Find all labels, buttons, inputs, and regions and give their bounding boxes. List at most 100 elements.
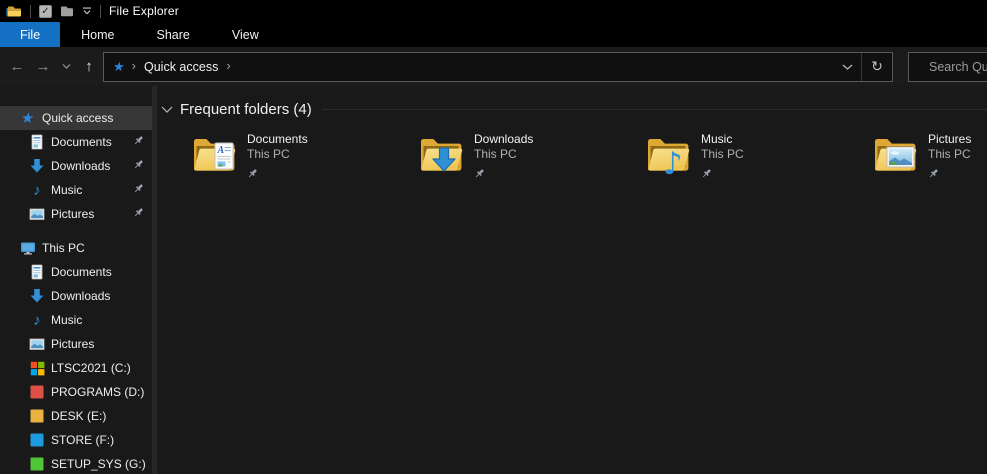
- pin-icon: [474, 166, 533, 184]
- folder-tile-info: Downloads This PC: [474, 130, 533, 184]
- pin-icon: [247, 166, 308, 184]
- folder-tile-pictures[interactable]: Pictures This PC: [871, 130, 987, 184]
- sidebar-item-drive-g[interactable]: SETUP_SYS (G:): [0, 452, 152, 474]
- sidebar-item-label: STORE (F:): [51, 433, 114, 447]
- sidebar-item-music[interactable]: ♪ Music: [0, 178, 152, 202]
- sidebar-item-label: DESK (E:): [51, 409, 106, 423]
- pin-icon: [133, 135, 144, 149]
- breadcrumb-chevron-icon[interactable]: ›: [132, 58, 136, 73]
- navigation-toolbar: ← → ↑ ★ › Quick access › ↻: [0, 47, 987, 86]
- music-folder-icon: ♪: [644, 130, 692, 178]
- back-button[interactable]: ←: [4, 58, 30, 75]
- chevron-down-icon: [82, 7, 92, 16]
- tab-view[interactable]: View: [211, 22, 280, 47]
- sidebar-item-label: Music: [51, 313, 82, 327]
- sidebar-item-drive-d[interactable]: PROGRAMS (D:): [0, 380, 152, 404]
- forward-button[interactable]: →: [30, 58, 56, 75]
- folder-location: This PC: [247, 147, 308, 162]
- tab-share[interactable]: Share: [136, 22, 211, 47]
- search-box[interactable]: [908, 52, 987, 82]
- frequent-folders-list: A Documents: [190, 130, 987, 184]
- sidebar-item-drive-c[interactable]: LTSC2021 (C:): [0, 356, 152, 380]
- chevron-down-icon: [161, 106, 173, 113]
- quick-access-star-icon: ★: [20, 110, 36, 126]
- chevron-down-icon: [62, 64, 71, 69]
- pin-icon: [133, 159, 144, 173]
- tab-file[interactable]: File: [0, 22, 60, 47]
- check-icon: ✓: [39, 5, 52, 18]
- sidebar-item-documents[interactable]: Documents: [0, 130, 152, 154]
- document-icon: [29, 134, 45, 150]
- recent-locations-dropdown[interactable]: [56, 64, 76, 69]
- sidebar-item-this-pc[interactable]: This PC: [0, 236, 152, 260]
- tab-home[interactable]: Home: [60, 22, 135, 47]
- folder-name: Music: [701, 132, 744, 147]
- sidebar-item-label: Quick access: [42, 111, 113, 125]
- windows-logo-icon: [29, 360, 45, 376]
- sidebar-item-downloads-pc[interactable]: Downloads: [0, 284, 152, 308]
- pin-icon: [701, 166, 744, 184]
- file-explorer-window: ✓ File Explorer File Home Share View ← →: [0, 0, 987, 474]
- downloads-folder-icon: [417, 130, 465, 178]
- computer-monitor-icon: [20, 240, 36, 256]
- folder-location: This PC: [701, 147, 744, 162]
- red-drive-icon: [29, 384, 45, 400]
- collapse-group-chevron[interactable]: [161, 100, 173, 118]
- sidebar-item-quick-access[interactable]: ★ Quick access: [0, 106, 152, 130]
- sidebar-item-pictures-pc[interactable]: Pictures: [0, 332, 152, 356]
- document-icon: [29, 264, 45, 280]
- chevron-down-icon: [842, 64, 853, 70]
- sidebar-item-music-pc[interactable]: ♪ Music: [0, 308, 152, 332]
- sidebar-item-label: PROGRAMS (D:): [51, 385, 144, 399]
- folder-tile-info: Documents This PC: [247, 130, 308, 184]
- titlebar-separator: [100, 5, 101, 18]
- file-explorer-logo-icon: [6, 2, 22, 20]
- documents-folder-icon: A: [190, 130, 238, 178]
- up-button[interactable]: ↑: [76, 58, 102, 75]
- group-header-divider: [322, 109, 987, 110]
- breadcrumb-quick-access[interactable]: Quick access: [144, 60, 218, 74]
- folder-icon: [60, 4, 74, 18]
- yellow-drive-icon: [29, 408, 45, 424]
- sidebar-item-drive-e[interactable]: DESK (E:): [0, 404, 152, 428]
- address-dropdown-button[interactable]: [833, 53, 861, 81]
- folder-tile-music[interactable]: ♪ Music This PC: [644, 130, 871, 184]
- qat-properties-button[interactable]: ✓: [39, 2, 52, 20]
- sidebar-item-downloads[interactable]: Downloads: [0, 154, 152, 178]
- folder-tile-documents[interactable]: A Documents: [190, 130, 417, 184]
- sidebar-item-label: Downloads: [51, 159, 110, 173]
- sidebar-item-label: Pictures: [51, 337, 94, 351]
- folder-name: Documents: [247, 132, 308, 147]
- sidebar-item-pictures[interactable]: Pictures: [0, 202, 152, 226]
- pin-icon: [133, 183, 144, 197]
- sidebar-item-drive-f[interactable]: STORE (F:): [0, 428, 152, 452]
- folder-location: This PC: [928, 147, 971, 162]
- window-title: File Explorer: [109, 4, 179, 18]
- sidebar-item-documents-pc[interactable]: Documents: [0, 260, 152, 284]
- sidebar-item-label: Pictures: [51, 207, 94, 221]
- address-bar[interactable]: ★ › Quick access › ↻: [103, 52, 893, 82]
- sidebar-item-label: Documents: [51, 135, 112, 149]
- titlebar: ✓ File Explorer: [0, 0, 987, 22]
- refresh-button[interactable]: ↻: [862, 58, 892, 75]
- qat-new-folder-button[interactable]: [60, 2, 74, 20]
- download-arrow-icon: [29, 288, 45, 304]
- content-area: ★ Quick access Documents: [0, 86, 987, 474]
- breadcrumb-chevron-icon[interactable]: ›: [226, 58, 230, 73]
- sidebar-group-gap: [0, 226, 152, 236]
- ribbon-tabs: File Home Share View: [0, 22, 987, 47]
- folder-tile-downloads[interactable]: Downloads This PC: [417, 130, 644, 184]
- qat-customize-dropdown[interactable]: [82, 2, 92, 20]
- green-drive-icon: [29, 456, 45, 472]
- pictures-folder-icon: [871, 130, 919, 178]
- folder-location: This PC: [474, 147, 533, 162]
- search-input[interactable]: [929, 60, 987, 74]
- group-header: Frequent folders (4): [157, 100, 987, 118]
- titlebar-separator: [30, 5, 31, 18]
- folder-tile-info: Pictures This PC: [928, 130, 971, 184]
- sidebar-item-label: Documents: [51, 265, 112, 279]
- sidebar-item-label: Downloads: [51, 289, 110, 303]
- sidebar-item-label: SETUP_SYS (G:): [51, 457, 146, 471]
- pin-icon: [133, 207, 144, 221]
- pin-icon: [928, 166, 971, 184]
